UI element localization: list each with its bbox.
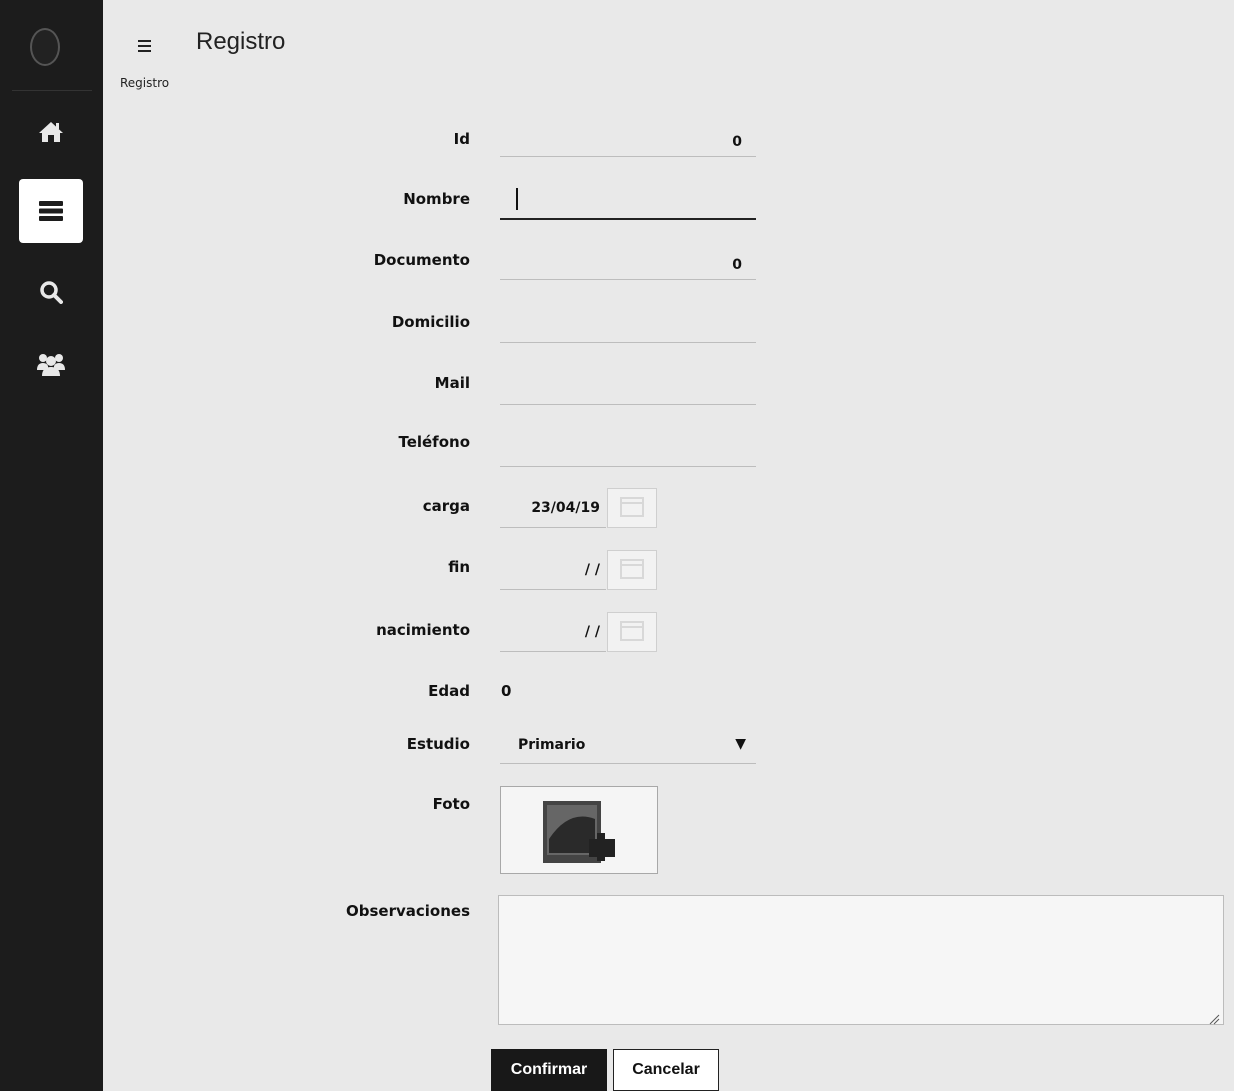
hamburger-line bbox=[138, 45, 151, 47]
sidebar-item-users[interactable] bbox=[19, 332, 83, 396]
users-icon bbox=[36, 352, 66, 376]
telefono-label: Teléfono bbox=[398, 433, 470, 451]
list-icon bbox=[38, 200, 64, 222]
mail-label: Mail bbox=[434, 374, 470, 392]
observaciones-textarea[interactable] bbox=[498, 895, 1224, 1025]
foto-upload[interactable] bbox=[500, 786, 658, 874]
telefono-field[interactable] bbox=[500, 437, 756, 467]
estudio-select[interactable]: Primario ▼ bbox=[500, 728, 756, 764]
nombre-label: Nombre bbox=[403, 190, 470, 208]
nombre-field[interactable] bbox=[500, 190, 756, 220]
sidebar bbox=[0, 0, 103, 1091]
page-title: Registro bbox=[196, 28, 286, 55]
nacimiento-date-field[interactable] bbox=[500, 612, 606, 652]
edad-label: Edad bbox=[428, 682, 470, 700]
confirm-button[interactable]: Confirmar bbox=[491, 1049, 607, 1091]
sidebar-item-home[interactable] bbox=[19, 100, 83, 164]
calendar-icon bbox=[620, 495, 644, 521]
observaciones-label: Observaciones bbox=[345, 902, 470, 920]
mail-field[interactable] bbox=[500, 375, 756, 405]
fin-date-field[interactable] bbox=[500, 550, 606, 590]
home-icon bbox=[38, 120, 64, 144]
id-field[interactable] bbox=[500, 127, 756, 157]
calendar-icon bbox=[620, 619, 644, 645]
dropdown-arrow-icon: ▼ bbox=[735, 736, 746, 752]
resize-grip-icon[interactable] bbox=[1208, 1010, 1220, 1029]
documento-field[interactable] bbox=[500, 250, 756, 280]
fin-calendar-button[interactable] bbox=[607, 550, 657, 590]
documento-label: Documento bbox=[373, 251, 470, 269]
domicilio-label: Domicilio bbox=[391, 313, 470, 331]
foto-label: Foto bbox=[432, 795, 470, 813]
estudio-label: Estudio bbox=[406, 735, 470, 753]
menu-toggle-button[interactable] bbox=[138, 32, 158, 60]
cancel-button[interactable]: Cancelar bbox=[613, 1049, 719, 1091]
carga-label: carga bbox=[422, 497, 470, 515]
carga-date-field[interactable] bbox=[500, 488, 606, 528]
estudio-selected-value: Primario bbox=[518, 737, 586, 753]
app-logo bbox=[30, 28, 60, 66]
sidebar-item-search[interactable] bbox=[19, 260, 83, 324]
hamburger-line bbox=[138, 40, 151, 42]
hamburger-line bbox=[138, 50, 151, 52]
nacimiento-calendar-button[interactable] bbox=[607, 612, 657, 652]
carga-calendar-button[interactable] bbox=[607, 488, 657, 528]
domicilio-field[interactable] bbox=[500, 313, 756, 343]
text-caret bbox=[516, 188, 518, 210]
calendar-icon bbox=[620, 557, 644, 583]
id-label: Id bbox=[453, 130, 470, 148]
search-icon bbox=[39, 280, 63, 304]
edad-value: 0 bbox=[501, 682, 512, 700]
sidebar-item-registro[interactable] bbox=[19, 179, 83, 243]
breadcrumb: Registro bbox=[120, 76, 170, 90]
nacimiento-label: nacimiento bbox=[376, 621, 470, 639]
sidebar-divider bbox=[12, 90, 92, 91]
fin-label: fin bbox=[448, 558, 470, 576]
